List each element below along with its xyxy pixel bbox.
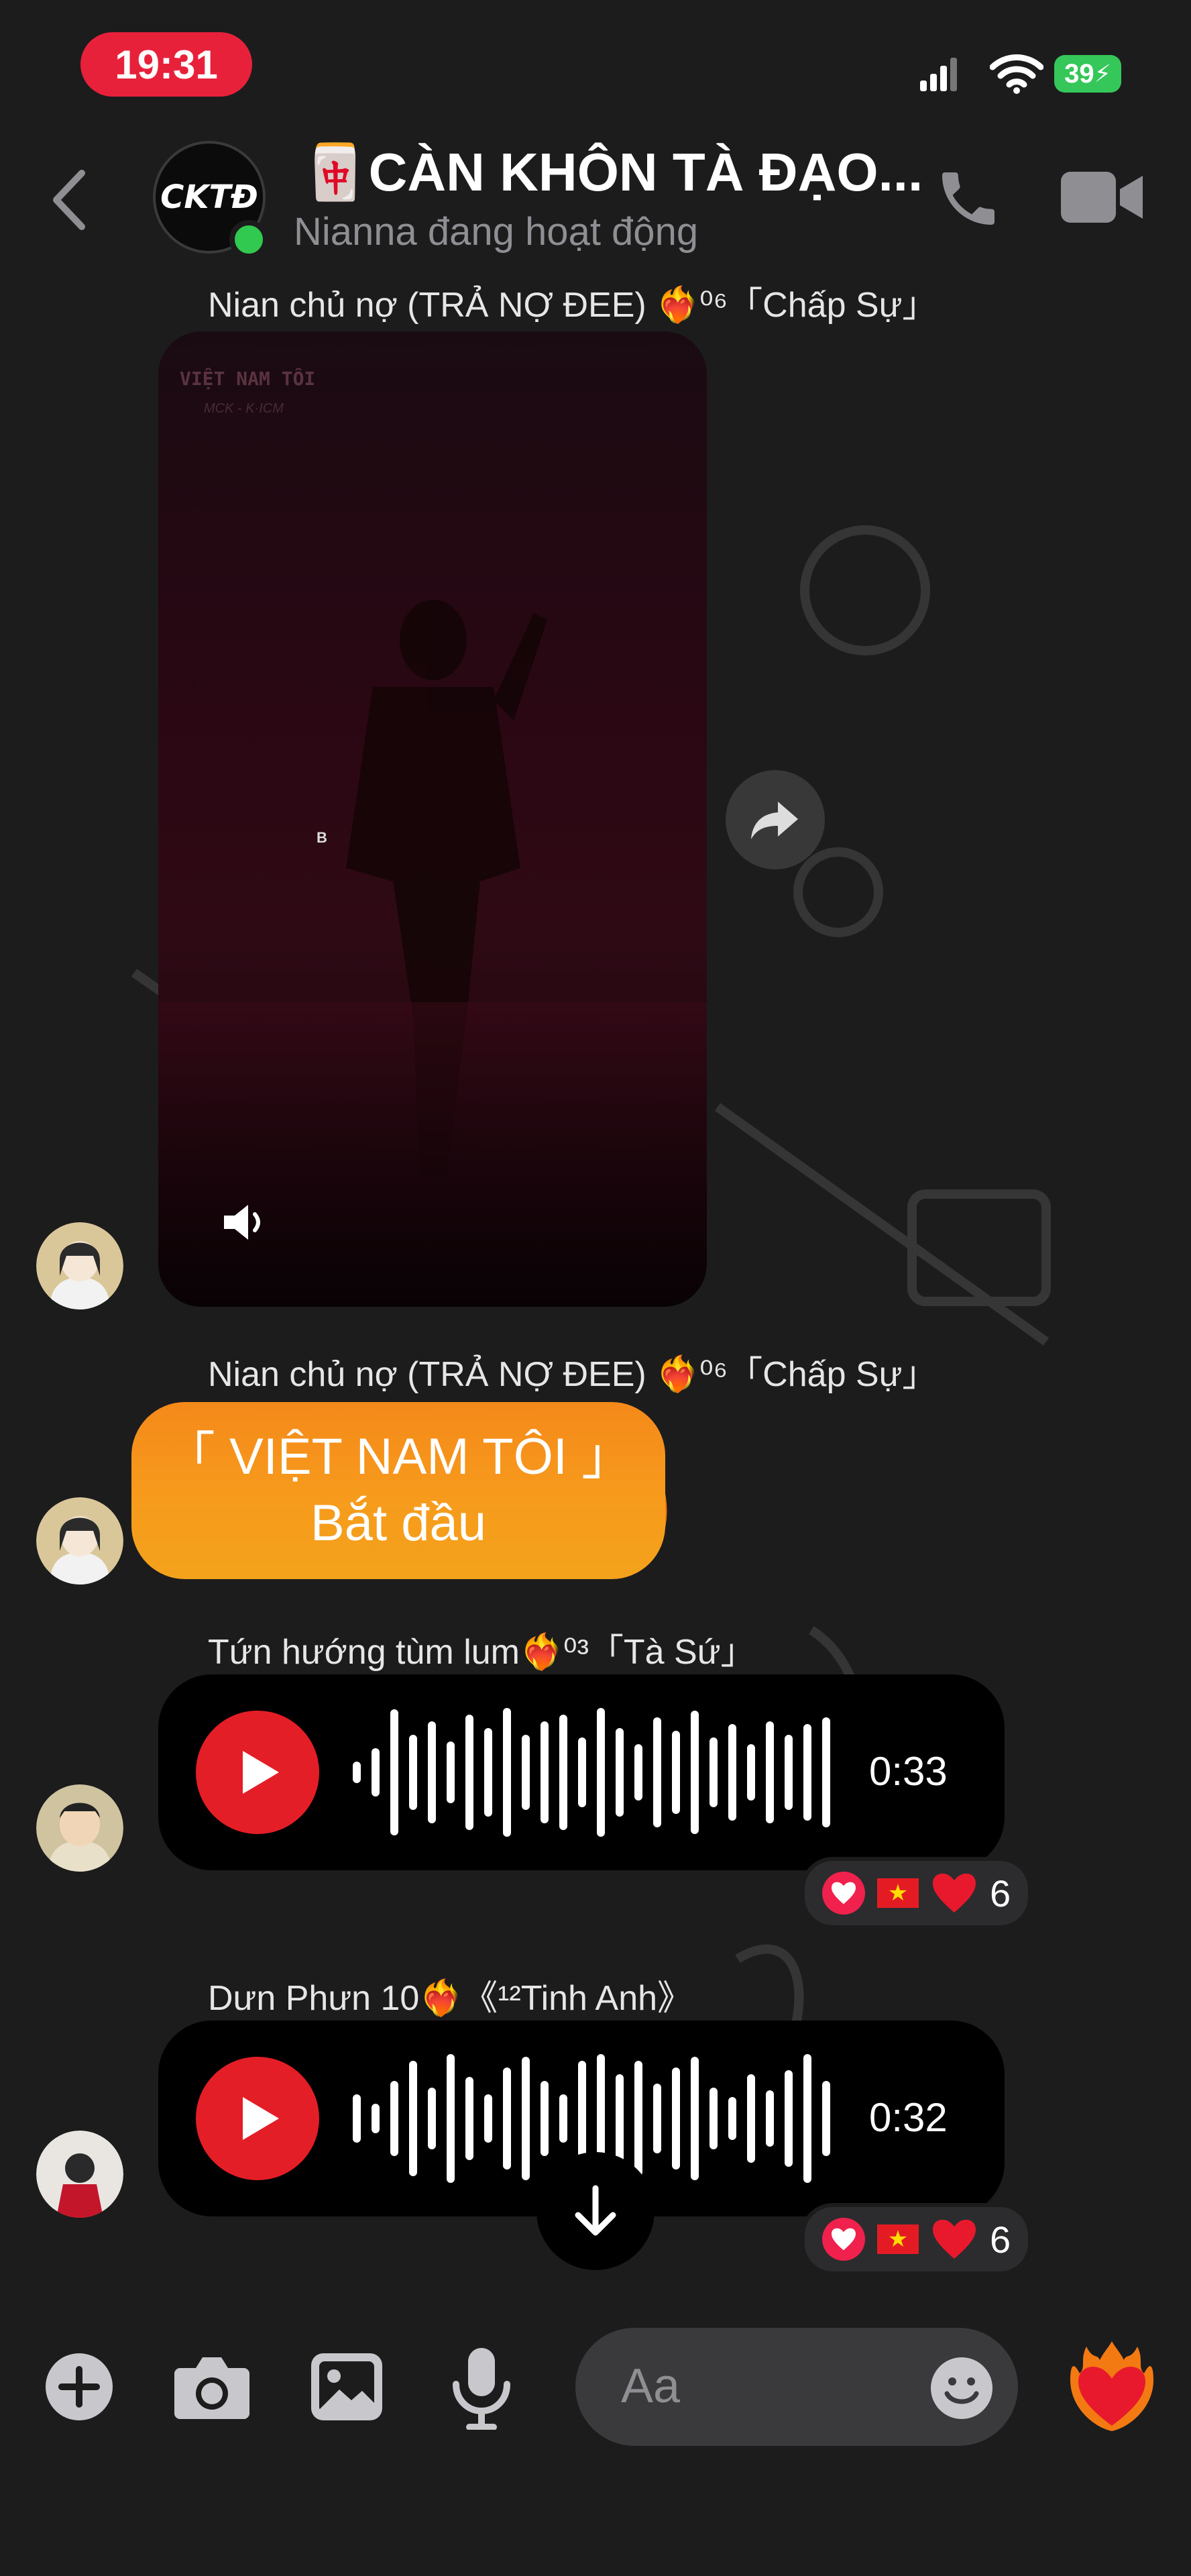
vietnam-flag-icon: ★ <box>877 2224 919 2254</box>
vietnam-flag-icon: ★ <box>877 1878 919 1908</box>
voice-duration: 0:33 <box>869 1749 948 1794</box>
battery-indicator: 39 ⚡ <box>1054 55 1121 93</box>
emoji-icon[interactable] <box>931 2357 992 2419</box>
avatar[interactable] <box>36 1497 123 1585</box>
charging-icon: ⚡ <box>1094 60 1111 87</box>
microphone-icon[interactable] <box>451 2347 512 2430</box>
message-reactions[interactable]: ★ 6 <box>801 1857 1033 1929</box>
waveform <box>353 1708 830 1837</box>
volume-icon[interactable] <box>220 1201 274 1244</box>
video-caption: VIỆT NAM TÔI <box>180 368 316 390</box>
reaction-count: 6 <box>990 1872 1011 1915</box>
message-line-2: Bắt đầu <box>310 1495 486 1552</box>
wifi-icon <box>990 54 1043 94</box>
scroll-to-bottom-button[interactable] <box>536 2152 655 2270</box>
reaction-count: 6 <box>990 2218 1011 2261</box>
heart-reaction-icon <box>822 1872 865 1915</box>
play-button[interactable] <box>196 1711 319 1834</box>
heart-on-fire-icon[interactable] <box>1066 2340 1157 2434</box>
red-heart-icon <box>933 1873 976 1913</box>
video-mark: B <box>317 829 327 846</box>
battery-level: 39 <box>1064 58 1094 89</box>
red-heart-icon <box>933 2219 976 2259</box>
play-icon <box>243 1751 279 1794</box>
voice-message[interactable]: 0:33 <box>158 1674 1005 1870</box>
message-input[interactable]: Aa <box>575 2328 1018 2446</box>
chat-subtitle: Nianna đang hoạt động <box>294 210 699 254</box>
text-message-bubble[interactable]: 「 VIỆT NAM TÔI 」 Bắt đầu <box>131 1402 665 1579</box>
message-sender: Tứn hướng tùm lum❤️‍🔥⁰³「Tà Sứ」 <box>208 1633 756 1672</box>
video-call-icon[interactable] <box>1061 169 1144 225</box>
camera-icon[interactable] <box>173 2352 251 2422</box>
video-subcaption: MCK - K·ICM <box>204 401 284 416</box>
arrow-down-icon <box>575 2185 616 2236</box>
message-reactions[interactable]: ★ 6 <box>801 2203 1033 2275</box>
group-avatar-text: CKTĐ <box>160 178 258 216</box>
voice-duration: 0:32 <box>869 2095 948 2140</box>
forward-icon <box>751 802 798 839</box>
message-line-1: 「 VIỆT NAM TÔI 」 <box>164 1428 633 1486</box>
video-floor-shade <box>158 1002 707 1307</box>
status-time: 19:31 <box>80 32 252 97</box>
message-sender: Dưn Phưn 10❤️‍🔥《¹²Tinh Anh》 <box>208 1979 693 2018</box>
phone-call-icon[interactable] <box>933 164 1003 233</box>
avatar[interactable] <box>36 2131 123 2218</box>
avatar[interactable] <box>36 1222 123 1309</box>
forward-button[interactable] <box>726 770 825 869</box>
message-sender: Nian chủ nợ (TRẢ NỢ ĐEE) ❤️‍🔥⁰⁶「Chấp Sự」 <box>208 1355 938 1394</box>
signal-icon <box>920 58 957 91</box>
heart-reaction-icon <box>822 2218 865 2261</box>
plus-icon[interactable] <box>44 2352 114 2422</box>
online-status-dot <box>229 220 268 259</box>
message-sender: Nian chủ nợ (TRẢ NỢ ĐEE) ❤️‍🔥⁰⁶「Chấp Sự」 <box>208 286 938 325</box>
play-icon <box>243 2097 279 2140</box>
play-button[interactable] <box>196 2057 319 2180</box>
back-icon[interactable] <box>48 168 89 232</box>
message-input-placeholder: Aa <box>621 2359 681 2413</box>
chat-title[interactable]: 🀄️CÀN KHÔN TÀ ĐẠO... <box>302 141 923 204</box>
avatar[interactable] <box>36 1784 123 1872</box>
gallery-icon[interactable] <box>310 2352 384 2422</box>
video-message[interactable]: VIỆT NAM TÔI MCK - K·ICM B <box>158 331 707 1307</box>
